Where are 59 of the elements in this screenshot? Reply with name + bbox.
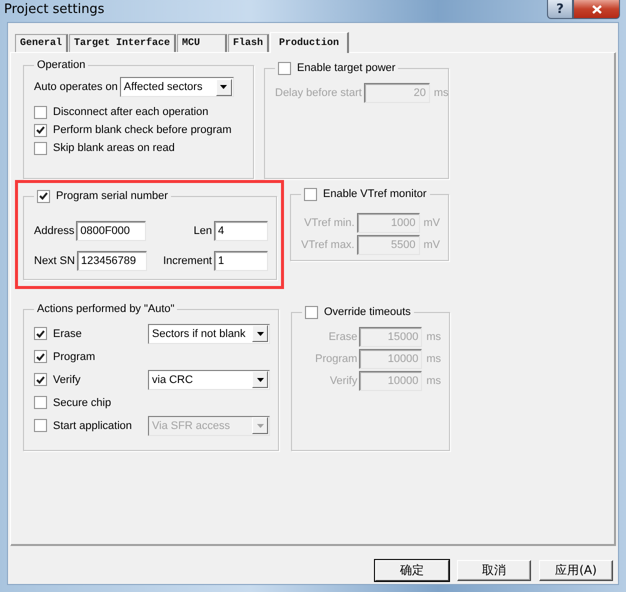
input-field[interactable]: 0800F000 — [76, 221, 146, 241]
field-label: Erase — [328, 331, 358, 343]
close-icon — [592, 4, 602, 14]
unit-label: ms — [434, 87, 448, 99]
close-button[interactable] — [573, 0, 620, 19]
unit-label: ms — [426, 331, 441, 343]
input-field[interactable]: 4 — [214, 221, 268, 241]
input-field[interactable]: 123456789 — [76, 251, 147, 271]
field-label: Len — [194, 225, 212, 237]
unit-label: mV — [424, 217, 440, 229]
field-label: Program — [314, 353, 358, 365]
field-label: Increment — [163, 255, 212, 267]
unit-label: mV — [424, 239, 440, 251]
caret-icon — [256, 378, 264, 382]
check-icon — [36, 376, 45, 384]
checkbox[interactable]: Override timeouts — [305, 303, 411, 321]
checkbox[interactable]: Verify — [34, 370, 81, 388]
dialog-button[interactable]: 应用(A) — [539, 560, 613, 581]
checkbox[interactable]: Disconnect after each operation — [34, 103, 245, 121]
help-button[interactable]: ? — [547, 0, 573, 19]
tab[interactable]: MCU — [177, 34, 228, 52]
checkbox[interactable]: Program serial number — [37, 187, 168, 205]
field-label: Delay before start — [275, 87, 362, 99]
field-label: Verify — [328, 375, 358, 387]
dropdown[interactable]: Affected sectors — [120, 77, 234, 97]
check-icon — [36, 126, 45, 134]
unit-label: ms — [426, 375, 441, 387]
input-field[interactable]: 1 — [214, 251, 268, 271]
field-label: VTref min. — [303, 217, 354, 229]
caret-icon — [256, 424, 264, 428]
field-label: Address — [34, 225, 74, 237]
dialog-button[interactable]: 确定 — [375, 560, 449, 581]
field-label: Next SN — [34, 255, 75, 267]
checkbox[interactable]: Erase — [34, 324, 82, 342]
check-icon — [36, 330, 45, 338]
checkbox[interactable]: Secure chip — [34, 394, 112, 412]
dialog-button[interactable]: 取消 — [457, 560, 531, 581]
group-title: Operation — [37, 59, 86, 71]
tab[interactable]: Target Interface — [69, 34, 176, 52]
tab[interactable]: Production — [270, 32, 350, 53]
checkbox[interactable]: Enable target power — [278, 59, 396, 77]
dropdown[interactable]: Sectors if not blank — [148, 324, 270, 344]
field-label: VTref max. — [301, 239, 354, 251]
checkbox[interactable]: Perform blank check before program — [34, 121, 245, 139]
tab[interactable]: General — [15, 34, 68, 52]
dropdown[interactable]: via CRC — [148, 370, 270, 390]
field-label: Auto operates on — [34, 81, 118, 93]
window-title: Project settings — [4, 2, 104, 17]
checkbox[interactable]: Enable VTref monitor — [304, 185, 427, 203]
caret-icon — [256, 332, 264, 336]
check-icon — [39, 192, 48, 200]
check-icon — [36, 352, 45, 360]
checkbox[interactable]: Start application — [34, 416, 132, 434]
checkbox[interactable]: Skip blank areas on read — [34, 139, 245, 157]
checkbox[interactable]: Program — [34, 348, 96, 366]
group-title: Actions performed by "Auto" — [37, 303, 174, 315]
unit-label: ms — [426, 353, 441, 365]
caret-icon — [220, 85, 228, 89]
tab[interactable]: Flash — [228, 34, 270, 52]
